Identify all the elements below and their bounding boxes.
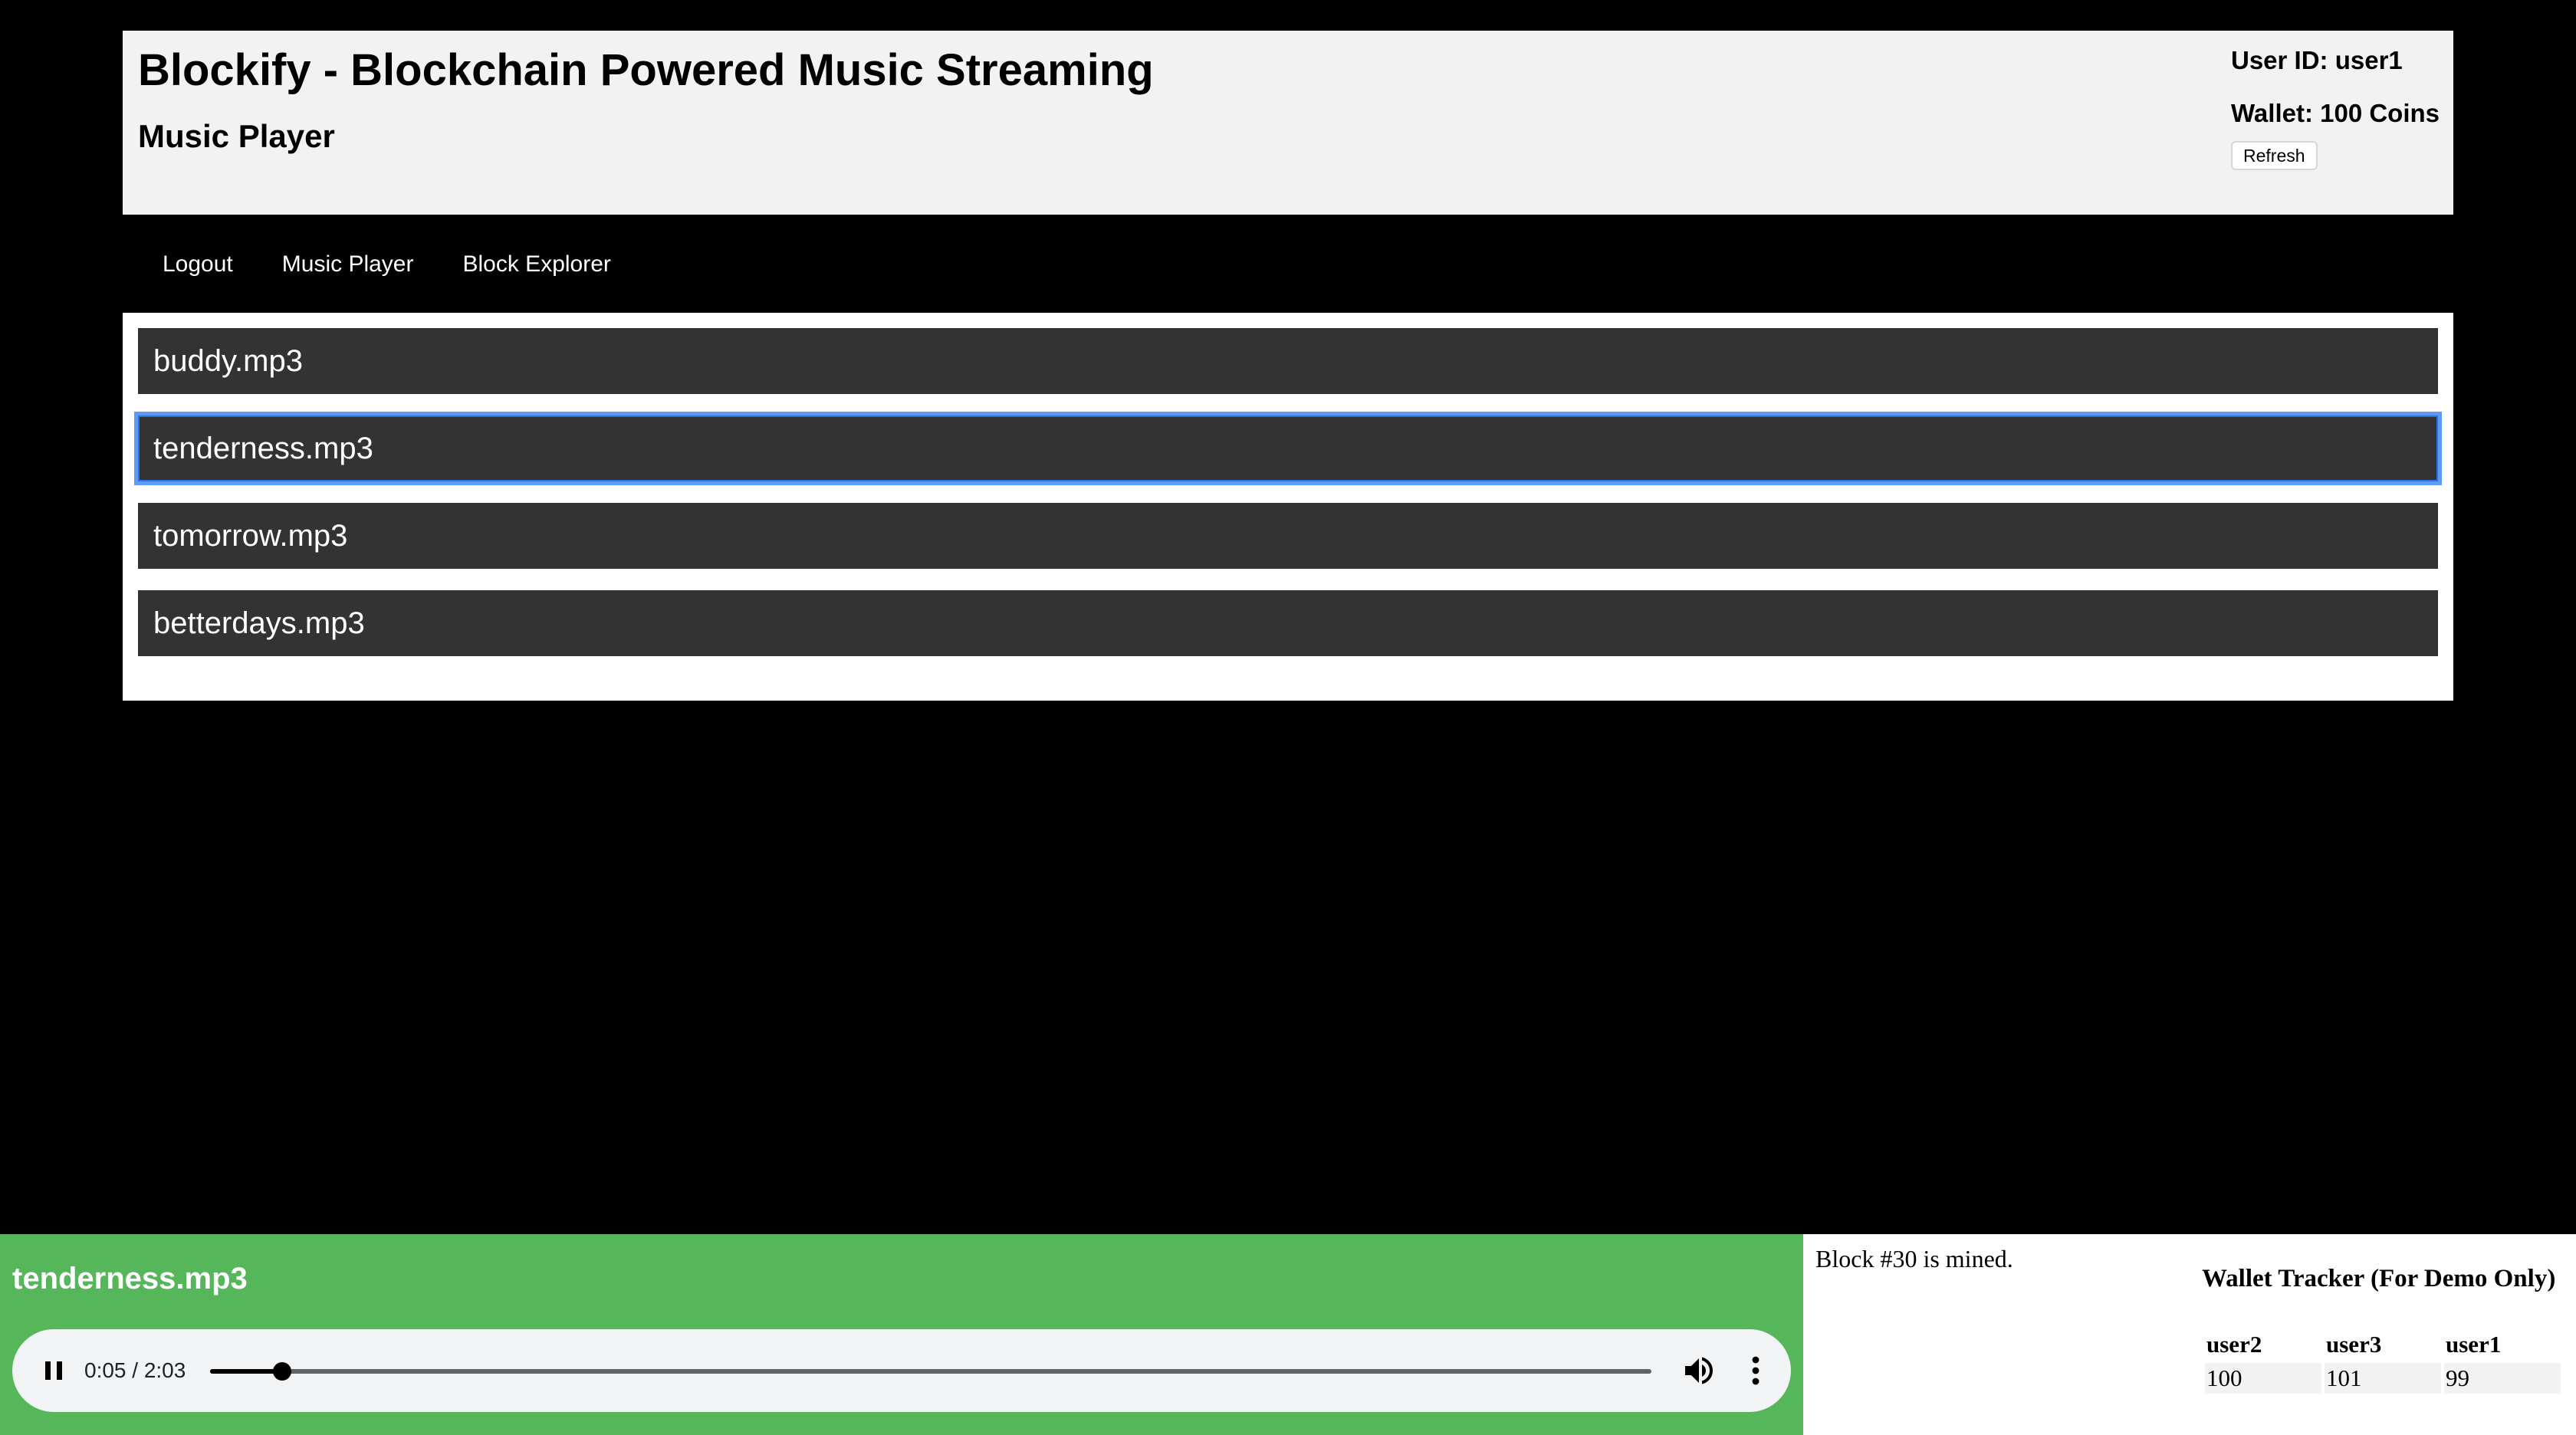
table-row: 100 101 99	[2205, 1363, 2561, 1394]
table-header: user1	[2446, 1331, 2502, 1358]
song-item-selected[interactable]: tenderness.mp3	[134, 412, 2442, 485]
seek-track	[210, 1369, 1651, 1374]
refresh-button[interactable]: Refresh	[2231, 141, 2318, 170]
song-item[interactable]: betterdays.mp3	[138, 590, 2438, 656]
user-info: User ID: user1 Wallet: 100 Coins Refresh	[2231, 46, 2446, 170]
nav-music-player[interactable]: Music Player	[258, 251, 439, 277]
page-title: Music Player	[138, 118, 335, 154]
app-header: Blockify - Blockchain Powered Music Stre…	[123, 31, 2453, 215]
seek-slider[interactable]	[210, 1361, 1651, 1381]
wallet-tracker-table: user2 user3 user1 100 101 99	[2202, 1326, 2564, 1397]
seek-progress	[210, 1369, 282, 1374]
table-cell: 101	[2325, 1363, 2441, 1394]
user-id-label: User ID: user1	[2231, 46, 2403, 74]
table-cell: 99	[2444, 1363, 2561, 1394]
audio-player: 0:05 / 2:03	[12, 1329, 1791, 1412]
nav-block-explorer[interactable]: Block Explorer	[438, 251, 635, 277]
player-bar: tenderness.mp3 0:05 / 2:03	[0, 1234, 1803, 1435]
seek-thumb[interactable]	[273, 1362, 291, 1381]
more-vert-icon[interactable]	[1746, 1352, 1765, 1389]
wallet-balance: Wallet: 100 Coins	[2231, 99, 2440, 127]
now-playing-title: tenderness.mp3	[12, 1262, 248, 1295]
wallet-tracker-title: Wallet Tracker (For Demo Only)	[2202, 1265, 2556, 1292]
song-item[interactable]: buddy.mp3	[138, 328, 2438, 394]
status-panel: Block #30 is mined. Wallet Tracker (For …	[1803, 1234, 2576, 1435]
song-list: buddy.mp3 tenderness.mp3 tomorrow.mp3 be…	[123, 313, 2453, 701]
time-display: 0:05 / 2:03	[84, 1358, 186, 1382]
main-nav: Logout Music Player Block Explorer	[123, 230, 2453, 299]
app-title: Blockify - Blockchain Powered Music Stre…	[138, 45, 1154, 95]
volume-icon[interactable]	[1681, 1352, 1717, 1389]
song-item[interactable]: tomorrow.mp3	[138, 503, 2438, 569]
table-header: user3	[2326, 1331, 2382, 1358]
table-header: user2	[2206, 1331, 2262, 1358]
table-cell: 100	[2205, 1363, 2321, 1394]
pause-icon[interactable]	[40, 1357, 67, 1384]
nav-logout[interactable]: Logout	[123, 251, 258, 277]
block-mined-message: Block #30 is mined.	[1815, 1245, 2013, 1272]
